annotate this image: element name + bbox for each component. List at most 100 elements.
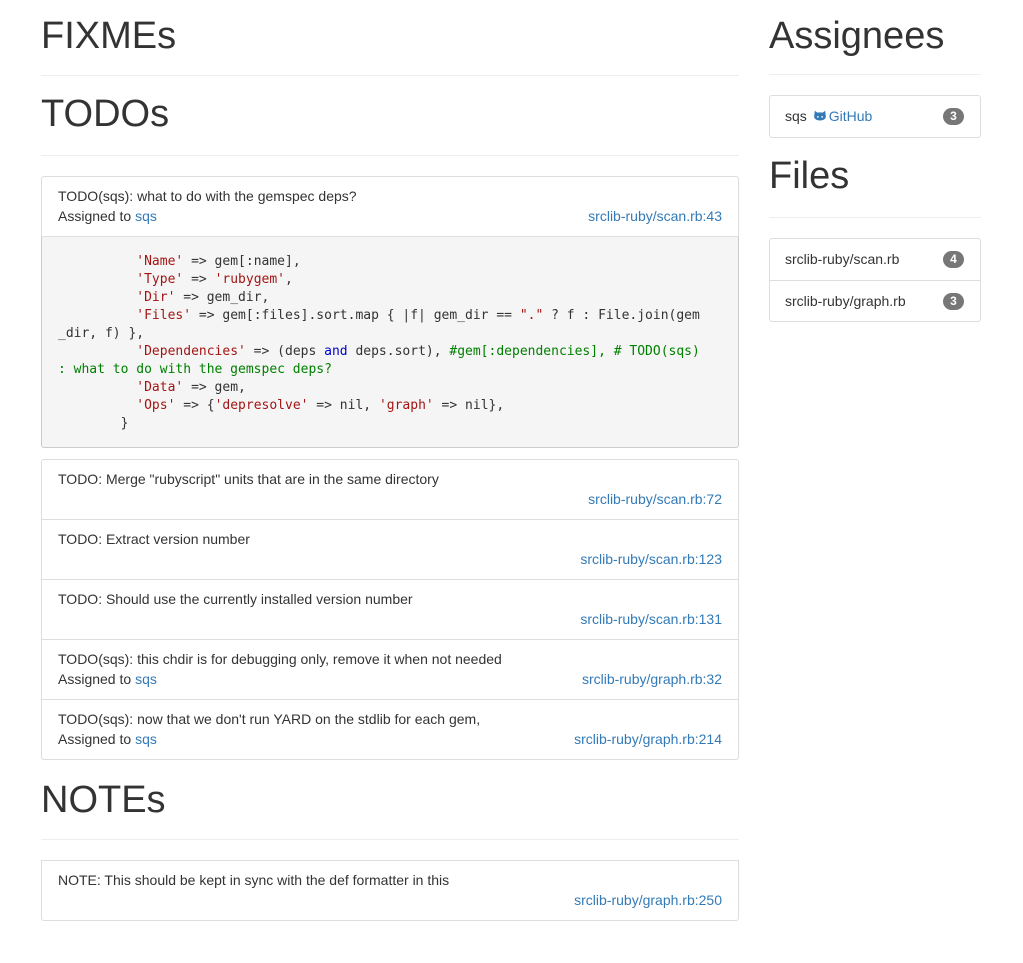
count-badge: 3 [943, 293, 964, 310]
todo-item: TODO(sqs): what to do with the gemspec d… [41, 176, 739, 237]
code-token: , [285, 272, 293, 287]
assignee-row: sqs GitHub 3 [770, 96, 980, 137]
code-token: 'Dependencies' [136, 344, 246, 359]
code-line: : what to do with the gemspec deps? [58, 361, 722, 379]
code-token: #gem[:dependencies], # TODO(sqs) [449, 344, 700, 359]
file-row[interactable]: srclib-ruby/graph.rb 3 [770, 280, 980, 321]
code-token: deps.sort), [347, 344, 450, 359]
assigned-prefix: Assigned to [58, 731, 132, 747]
code-token: 'Ops' [136, 398, 176, 413]
code-token: } [58, 416, 129, 431]
github-icon [813, 108, 827, 122]
note-item: NOTE: This should be kept in sync with t… [41, 860, 739, 921]
note-meta: srclib-ruby/graph.rb:250 [58, 890, 722, 910]
todo-list: TODO: Merge "rubyscript" units that are … [41, 459, 739, 760]
files-heading: Files [769, 138, 981, 218]
todo-meta: srclib-ruby/scan.rb:131 [58, 609, 722, 629]
first-todo-panel: TODO(sqs): what to do with the gemspec d… [41, 176, 739, 448]
notes-heading: NOTEs [41, 760, 739, 840]
code-snippet: 'Name' => gem[:name], 'Type' => 'rubygem… [41, 237, 739, 448]
file-link[interactable]: srclib-ruby/scan.rb:72 [588, 489, 722, 509]
assignee-link[interactable]: sqs [135, 208, 157, 224]
file-link[interactable]: srclib-ruby/scan.rb:123 [580, 549, 722, 569]
file-link[interactable]: srclib-ruby/scan.rb:43 [588, 206, 722, 226]
code-token: and [324, 344, 348, 359]
file-link[interactable]: srclib-ruby/scan.rb:131 [580, 609, 722, 629]
code-token: 'depresolve' [214, 398, 309, 413]
count-badge: 3 [943, 108, 964, 125]
note-list: NOTE: This should be kept in sync with t… [41, 860, 739, 921]
todo-item: TODO: Extract version number srclib-ruby/… [41, 520, 739, 580]
code-token: "." [519, 308, 544, 323]
file-name: srclib-ruby/scan.rb [785, 251, 900, 267]
main-column: FIXMEs TODOs TODO(sqs): what to do with … [41, 0, 739, 921]
code-line: } [58, 415, 722, 433]
code-line: 'Type' => 'rubygem', [58, 271, 722, 289]
code-token: => nil, [308, 398, 379, 413]
todo-text: TODO: Should use the currently installed… [58, 591, 413, 607]
code-token: => gem_dir, [175, 290, 270, 305]
todo-item: TODO(sqs): this chdir is for debugging o… [41, 640, 739, 700]
code-line: 'Ops' => {'depresolve' => nil, 'graph' =… [58, 397, 722, 415]
assigned-prefix: Assigned to [58, 208, 132, 224]
code-token: 'Data' [136, 380, 184, 395]
code-line: 'Dir' => gem_dir, [58, 289, 722, 307]
assignee-link[interactable]: sqs [135, 671, 157, 687]
sidebar: Assignees sqs GitHub 3 Files srclib-ruby/… [769, 0, 981, 322]
todo-item: TODO(sqs): now that we don't run YARD on… [41, 700, 739, 760]
todo-meta: Assigned to sqs srclib-ruby/scan.rb:43 [58, 206, 722, 226]
code-token: => gem[:name], [183, 254, 301, 269]
code-token: 'graph' [378, 398, 434, 413]
code-line: _dir, f) }, [58, 325, 722, 343]
file-link[interactable]: srclib-ruby/graph.rb:214 [574, 729, 722, 749]
code-token: => [183, 272, 215, 287]
assigned-prefix: Assigned to [58, 671, 132, 687]
code-token: => gem[:files].sort.map { |f| gem_dir == [191, 308, 520, 323]
todo-text: TODO(sqs): this chdir is for debugging o… [58, 651, 502, 667]
code-token: 'Dir' [136, 290, 176, 305]
todo-meta: srclib-ruby/scan.rb:72 [58, 489, 722, 509]
file-name: srclib-ruby/graph.rb [785, 293, 906, 309]
code-line: 'Dependencies' => (deps and deps.sort), … [58, 343, 722, 361]
code-token: : what to do with the gemspec deps? [58, 362, 332, 377]
code-line: 'Name' => gem[:name], [58, 253, 722, 271]
todo-item: TODO: Merge "rubyscript" units that are … [41, 459, 739, 520]
code-token: _dir, f) }, [58, 326, 145, 341]
assignee-link[interactable]: sqs [135, 731, 157, 747]
todo-item: TODO: Should use the currently installed… [41, 580, 739, 640]
file-list: srclib-ruby/scan.rb 4 srclib-ruby/graph.rb… [769, 238, 981, 322]
code-token: => (deps [245, 344, 325, 359]
file-link[interactable]: srclib-ruby/graph.rb:250 [574, 890, 722, 910]
code-line: 'Data' => gem, [58, 379, 722, 397]
file-link[interactable]: srclib-ruby/graph.rb:32 [582, 669, 722, 689]
code-token: ? f : File.join(gem [543, 308, 700, 323]
code-line: 'Files' => gem[:files].sort.map { |f| ge… [58, 307, 722, 325]
code-token: 'Files' [136, 308, 192, 323]
code-token: => gem, [183, 380, 246, 395]
todo-text: TODO(sqs): what to do with the gemspec d… [58, 188, 357, 204]
file-row[interactable]: srclib-ruby/scan.rb 4 [770, 239, 980, 280]
code-token: 'Name' [136, 254, 184, 269]
note-text: NOTE: This should be kept in sync with t… [58, 872, 450, 888]
todo-meta: Assigned to sqs srclib-ruby/graph.rb:214 [58, 729, 722, 749]
github-link[interactable]: GitHub [829, 108, 873, 124]
todo-text: TODO: Extract version number [58, 531, 250, 547]
count-badge: 4 [943, 251, 964, 268]
code-token: => nil}, [433, 398, 505, 413]
todo-meta: Assigned to sqs srclib-ruby/graph.rb:32 [58, 669, 722, 689]
code-token: => { [175, 398, 215, 413]
code-token: 'Type' [136, 272, 184, 287]
todo-text: TODO(sqs): now that we don't run YARD on… [58, 711, 481, 727]
assignees-heading: Assignees [769, 0, 981, 75]
todos-heading: TODOs [41, 76, 739, 156]
code-token: 'rubygem' [214, 272, 286, 287]
assignee-list: sqs GitHub 3 [769, 95, 981, 138]
todo-text: TODO: Merge "rubyscript" units that are … [58, 471, 439, 487]
fixmes-heading: FIXMEs [41, 0, 739, 76]
